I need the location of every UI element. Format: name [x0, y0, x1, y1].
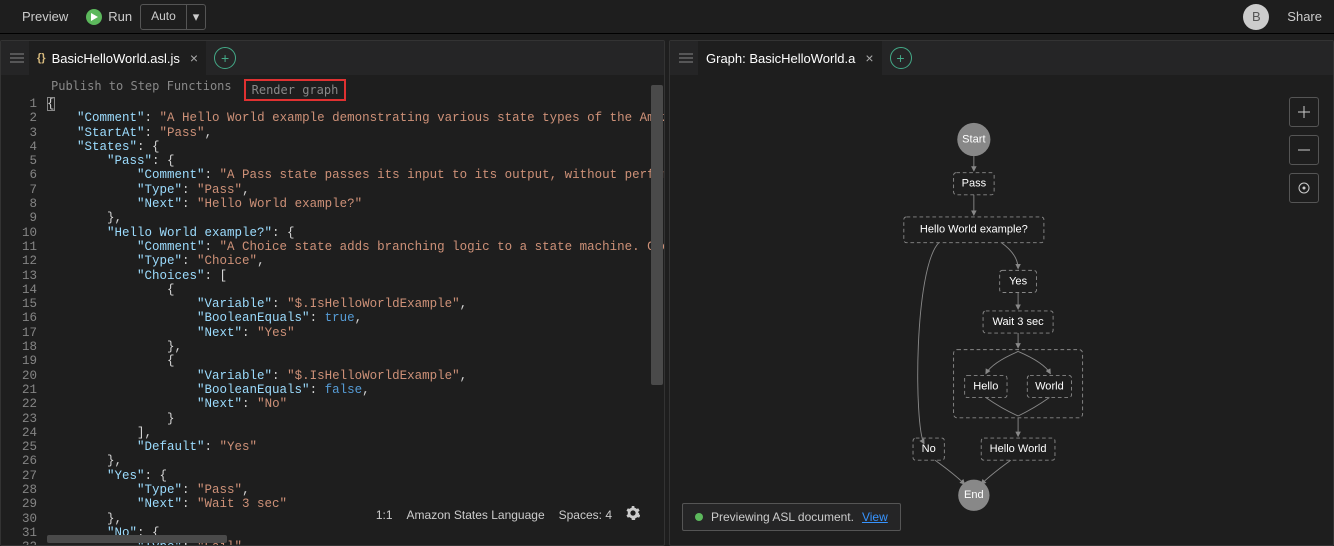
close-icon[interactable]: × [190, 50, 198, 66]
close-icon[interactable]: × [865, 50, 873, 66]
auto-dropdown[interactable]: Auto ▾ [140, 4, 206, 30]
auto-label: Auto [141, 5, 187, 29]
svg-text:Yes: Yes [1009, 275, 1027, 287]
vertical-scrollbar[interactable] [650, 75, 664, 545]
zoom-out-button[interactable] [1289, 135, 1319, 165]
codelens-publish[interactable]: Publish to Step Functions [51, 79, 232, 101]
graph-node-helloworld[interactable]: Hello World [981, 438, 1055, 460]
graph-controls [1289, 97, 1319, 203]
graph-node-pass[interactable]: Pass [954, 173, 995, 195]
graph-node-no[interactable]: No [913, 438, 944, 460]
status-spaces[interactable]: Spaces: 4 [559, 508, 612, 522]
zoom-in-button[interactable] [1289, 97, 1319, 127]
run-button[interactable]: Run [86, 9, 132, 25]
graph-panel: Graph: BasicHelloWorld.a × + Start [669, 40, 1334, 546]
play-icon [86, 9, 102, 25]
run-label: Run [108, 9, 132, 24]
svg-text:Hello: Hello [973, 380, 998, 392]
code-editor[interactable]: 1234567891011121314151617181920212223242… [1, 75, 664, 545]
new-tab-button[interactable]: + [214, 47, 236, 69]
preview-banner: Previewing ASL document. View [682, 503, 901, 531]
svg-text:Pass: Pass [962, 178, 987, 190]
svg-text:Hello World example?: Hello World example? [920, 224, 1028, 236]
fit-button[interactable] [1289, 173, 1319, 203]
status-position[interactable]: 1:1 [376, 508, 393, 522]
codelens-render-graph[interactable]: Render graph [244, 79, 347, 101]
menu-icon[interactable] [676, 52, 696, 64]
line-gutter: 1234567891011121314151617181920212223242… [1, 97, 47, 545]
share-button[interactable]: Share [1287, 9, 1322, 24]
tab-label: Graph: BasicHelloWorld.a [706, 51, 855, 66]
svg-text:End: End [964, 489, 984, 501]
gear-icon[interactable] [626, 506, 640, 523]
status-language[interactable]: Amazon States Language [407, 508, 545, 522]
svg-text:No: No [922, 443, 936, 455]
graph-node-start[interactable]: Start [957, 123, 990, 156]
svg-text:Hello World: Hello World [990, 443, 1047, 455]
codelens-bar: Publish to Step Functions Render graph [1, 75, 346, 105]
tab-graph[interactable]: Graph: BasicHelloWorld.a × [698, 41, 882, 75]
status-dot-icon [695, 513, 703, 521]
chevron-down-icon: ▾ [187, 5, 206, 29]
graph-node-choice[interactable]: Hello World example? [904, 217, 1044, 243]
editor-tab-row: {} BasicHelloWorld.asl.js × + [1, 41, 664, 75]
graph-node-world[interactable]: World [1027, 375, 1071, 397]
json-file-icon: {} [37, 52, 46, 64]
graph-node-wait[interactable]: Wait 3 sec [983, 311, 1053, 333]
svg-text:Wait 3 sec: Wait 3 sec [993, 316, 1045, 328]
avatar[interactable]: B [1243, 4, 1269, 30]
preview-button[interactable]: Preview [12, 5, 78, 28]
svg-text:World: World [1035, 380, 1064, 392]
graph-node-end[interactable]: End [958, 480, 989, 511]
svg-text:Start: Start [962, 133, 985, 145]
editor-panel: {} BasicHelloWorld.asl.js × + Publish to… [0, 40, 665, 546]
banner-view-link[interactable]: View [862, 510, 888, 524]
graph-tab-row: Graph: BasicHelloWorld.a × + [670, 41, 1333, 75]
tab-label: BasicHelloWorld.asl.js [52, 51, 180, 66]
new-tab-button[interactable]: + [890, 47, 912, 69]
graph-node-hello[interactable]: Hello [965, 375, 1007, 397]
code-body[interactable]: { "Comment": "A Hello World example demo… [47, 97, 664, 545]
menu-icon[interactable] [7, 52, 27, 64]
horizontal-scrollbar[interactable] [47, 535, 650, 545]
graph-node-yes[interactable]: Yes [1000, 270, 1037, 292]
graph-canvas[interactable]: Start Pass Hello World example? [670, 75, 1333, 545]
top-toolbar: Preview Run Auto ▾ B Share [0, 0, 1334, 34]
banner-text: Previewing ASL document. [711, 510, 854, 524]
tab-asl-file[interactable]: {} BasicHelloWorld.asl.js × [29, 41, 206, 75]
editor-status-bar: 1:1 Amazon States Language Spaces: 4 [370, 504, 646, 525]
